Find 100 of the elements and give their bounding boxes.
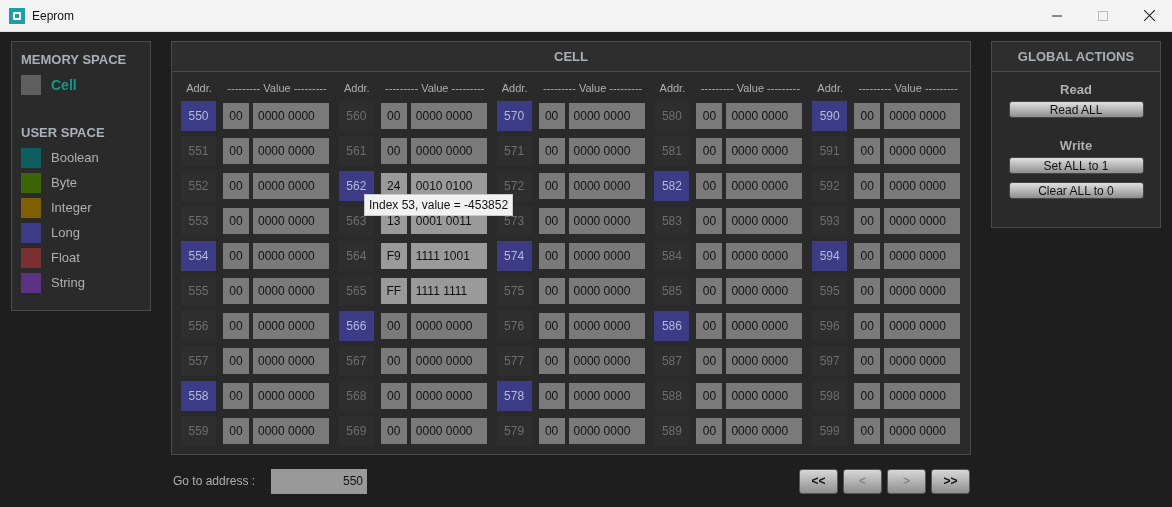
- binary-value-field[interactable]: 0000 0000: [884, 277, 961, 304]
- binary-value-field[interactable]: 0000 0000: [726, 207, 803, 234]
- hex-value-field[interactable]: 00: [538, 312, 565, 339]
- hex-value-field[interactable]: 00: [696, 242, 723, 269]
- hex-value-field[interactable]: 00: [538, 277, 565, 304]
- binary-value-field[interactable]: 0000 0000: [410, 102, 487, 129]
- hex-value-field[interactable]: 00: [223, 207, 249, 234]
- binary-value-field[interactable]: 0000 0000: [726, 277, 803, 304]
- binary-value-field[interactable]: 0000 0000: [410, 312, 487, 339]
- hex-value-field[interactable]: 00: [380, 312, 407, 339]
- binary-value-field[interactable]: 0000 0000: [884, 207, 961, 234]
- binary-value-field[interactable]: 0000 0000: [568, 102, 645, 129]
- binary-value-field[interactable]: 0000 0000: [568, 277, 645, 304]
- hex-value-field[interactable]: 00: [854, 277, 881, 304]
- binary-value-field[interactable]: 0000 0000: [253, 347, 329, 374]
- hex-value-field[interactable]: 00: [538, 102, 565, 129]
- binary-value-field[interactable]: 0000 0000: [568, 347, 645, 374]
- binary-value-field[interactable]: 0000 0000: [568, 207, 645, 234]
- binary-value-field[interactable]: 0000 0000: [726, 347, 803, 374]
- binary-value-field[interactable]: 0000 0000: [884, 312, 961, 339]
- binary-value-field[interactable]: 0000 0000: [568, 312, 645, 339]
- action-button[interactable]: Set ALL to 1: [1008, 157, 1144, 174]
- binary-value-field[interactable]: 0000 0000: [726, 242, 803, 269]
- binary-value-field[interactable]: 0000 0000: [253, 137, 329, 164]
- binary-value-field[interactable]: 0000 0000: [568, 382, 645, 409]
- hex-value-field[interactable]: 00: [538, 417, 565, 444]
- hex-value-field[interactable]: 00: [538, 207, 565, 234]
- binary-value-field[interactable]: 0000 0000: [726, 382, 803, 409]
- address-input[interactable]: 550: [271, 468, 368, 494]
- binary-value-field[interactable]: 1111 1001: [410, 242, 487, 269]
- binary-value-field[interactable]: 0000 0000: [726, 102, 803, 129]
- binary-value-field[interactable]: 0000 0000: [568, 242, 645, 269]
- binary-value-field[interactable]: 0000 0000: [884, 172, 961, 199]
- hex-value-field[interactable]: 00: [223, 172, 249, 199]
- binary-value-field[interactable]: 0000 0000: [410, 382, 487, 409]
- hex-value-field[interactable]: 00: [696, 347, 723, 374]
- hex-value-field[interactable]: 00: [380, 102, 407, 129]
- hex-value-field[interactable]: 00: [538, 242, 565, 269]
- hex-value-field[interactable]: 00: [854, 207, 881, 234]
- binary-value-field[interactable]: 0000 0000: [726, 172, 803, 199]
- binary-value-field[interactable]: 0000 0000: [884, 242, 961, 269]
- action-button[interactable]: Read ALL: [1008, 101, 1144, 118]
- binary-value-field[interactable]: 0000 0000: [884, 417, 961, 444]
- binary-value-field[interactable]: 0000 0000: [884, 102, 961, 129]
- hex-value-field[interactable]: 00: [696, 312, 723, 339]
- binary-value-field[interactable]: 1111 1111: [410, 277, 487, 304]
- binary-value-field[interactable]: 0000 0000: [253, 242, 329, 269]
- hex-value-field[interactable]: 00: [696, 137, 723, 164]
- binary-value-field[interactable]: 0000 0000: [253, 102, 329, 129]
- hex-value-field[interactable]: 00: [696, 207, 723, 234]
- binary-value-field[interactable]: 0000 0000: [726, 417, 803, 444]
- hex-value-field[interactable]: 00: [696, 382, 723, 409]
- hex-value-field[interactable]: 00: [223, 242, 249, 269]
- binary-value-field[interactable]: 0000 0000: [884, 137, 961, 164]
- hex-value-field[interactable]: 00: [223, 137, 249, 164]
- binary-value-field[interactable]: 0000 0000: [253, 207, 329, 234]
- hex-value-field[interactable]: 00: [854, 137, 881, 164]
- hex-value-field[interactable]: 00: [854, 242, 881, 269]
- nav-button[interactable]: >>: [931, 468, 970, 494]
- binary-value-field[interactable]: 0000 0000: [253, 277, 329, 304]
- action-button[interactable]: Clear ALL to 0: [1008, 182, 1144, 199]
- hex-value-field[interactable]: 00: [223, 277, 249, 304]
- hex-value-field[interactable]: F9: [380, 242, 407, 269]
- hex-value-field[interactable]: 00: [538, 172, 565, 199]
- binary-value-field[interactable]: 0000 0000: [410, 137, 487, 164]
- hex-value-field[interactable]: 00: [854, 102, 881, 129]
- legend-label[interactable]: Cell: [51, 76, 77, 93]
- hex-value-field[interactable]: 00: [223, 102, 249, 129]
- hex-value-field[interactable]: 00: [380, 137, 407, 164]
- hex-value-field[interactable]: FF: [380, 277, 407, 304]
- hex-value-field[interactable]: 00: [854, 172, 881, 199]
- hex-value-field[interactable]: 00: [696, 277, 723, 304]
- hex-value-field[interactable]: 00: [538, 347, 565, 374]
- hex-value-field[interactable]: 00: [223, 312, 249, 339]
- binary-value-field[interactable]: 0000 0000: [253, 172, 329, 199]
- binary-value-field[interactable]: 0000 0000: [253, 417, 329, 444]
- binary-value-field[interactable]: 0000 0000: [410, 417, 487, 444]
- binary-value-field[interactable]: 0000 0000: [884, 382, 961, 409]
- hex-value-field[interactable]: 00: [538, 382, 565, 409]
- binary-value-field[interactable]: 0000 0000: [726, 137, 803, 164]
- hex-value-field[interactable]: 00: [380, 382, 407, 409]
- hex-value-field[interactable]: 00: [854, 417, 881, 444]
- binary-value-field[interactable]: 0000 0000: [253, 312, 329, 339]
- hex-value-field[interactable]: 00: [696, 417, 723, 444]
- hex-value-field[interactable]: 00: [696, 172, 723, 199]
- hex-value-field[interactable]: 00: [223, 382, 249, 409]
- hex-value-field[interactable]: 00: [854, 312, 881, 339]
- hex-value-field[interactable]: 00: [854, 382, 881, 409]
- hex-value-field[interactable]: 00: [696, 102, 723, 129]
- hex-value-field[interactable]: 00: [223, 417, 249, 444]
- hex-value-field[interactable]: 00: [380, 347, 407, 374]
- binary-value-field[interactable]: 0000 0000: [726, 312, 803, 339]
- binary-value-field[interactable]: 0000 0000: [253, 382, 329, 409]
- binary-value-field[interactable]: 0000 0000: [568, 137, 645, 164]
- binary-value-field[interactable]: 0000 0000: [410, 347, 487, 374]
- binary-value-field[interactable]: 0000 0000: [568, 417, 645, 444]
- hex-value-field[interactable]: 00: [380, 417, 407, 444]
- hex-value-field[interactable]: 00: [854, 347, 881, 374]
- hex-value-field[interactable]: 00: [538, 137, 565, 164]
- binary-value-field[interactable]: 0000 0000: [568, 172, 645, 199]
